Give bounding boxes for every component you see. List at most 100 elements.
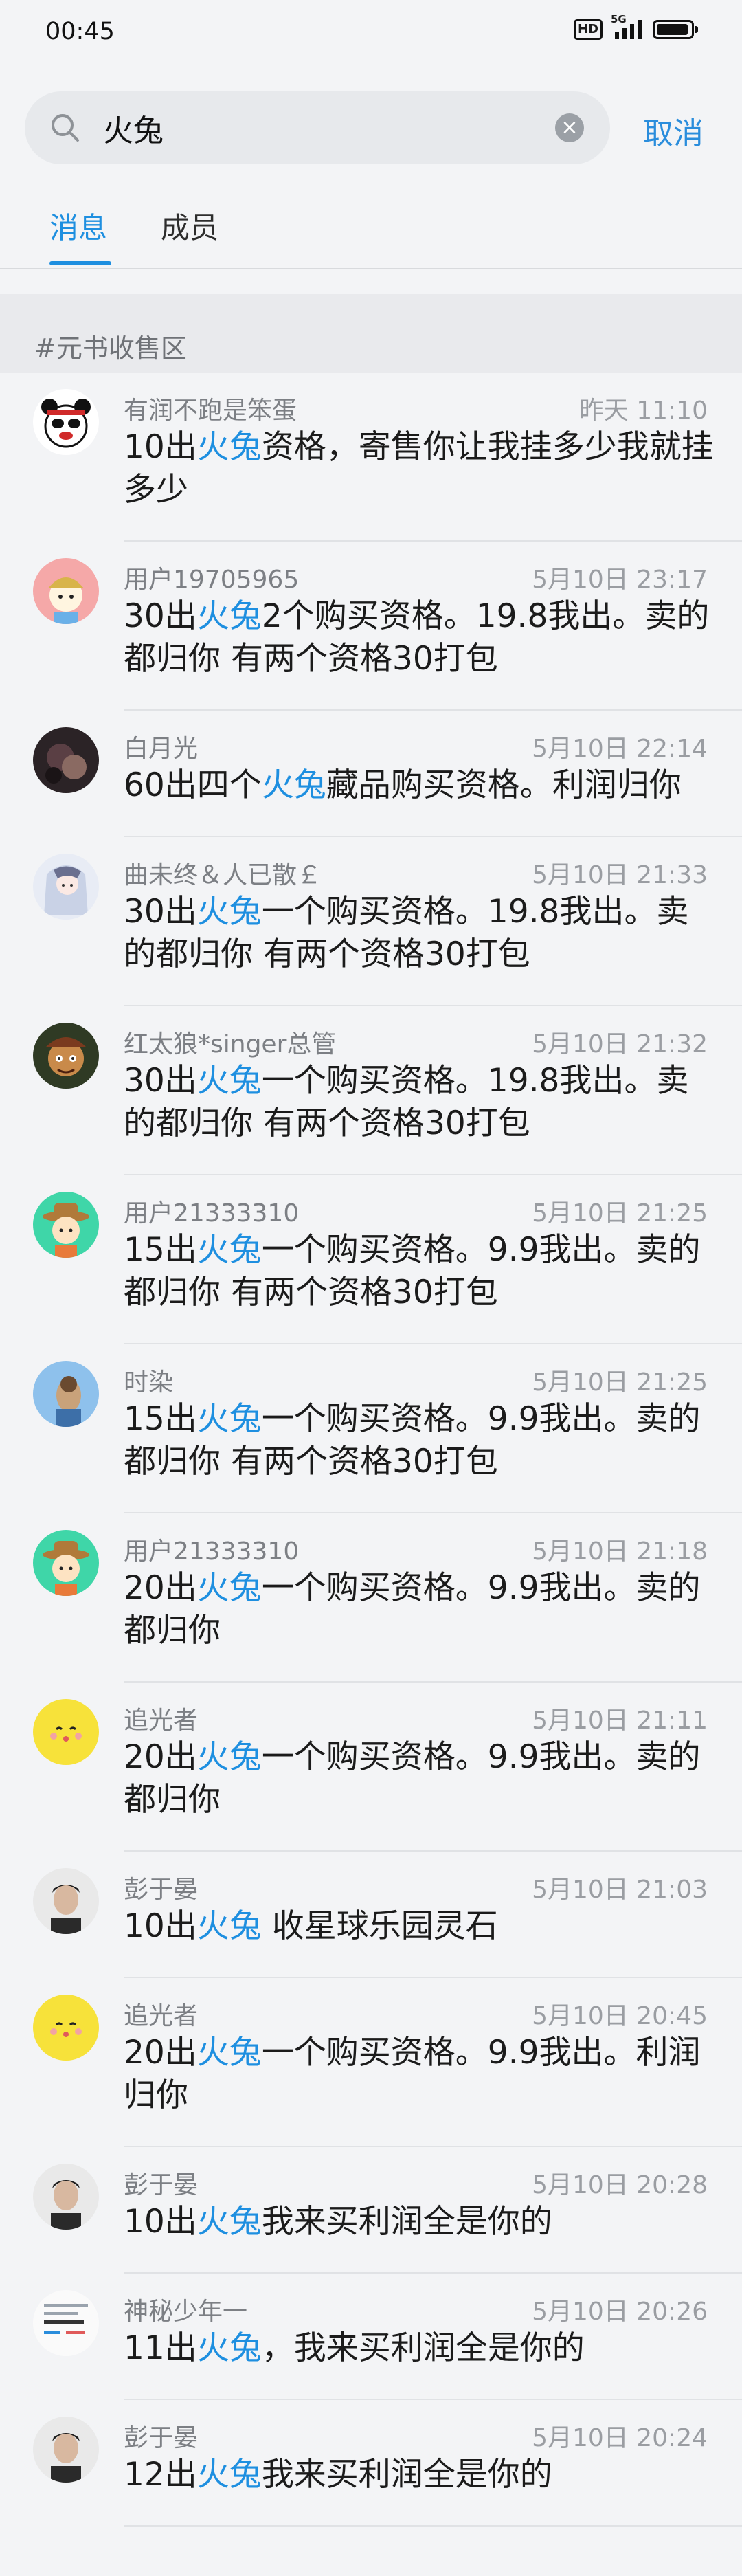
message-text-prefix: 20出 <box>124 2034 197 2072</box>
message-item[interactable]: 追光者 5月10日 21:11 20出火兔一个购买资格。9.9我出。卖的都归你 <box>0 1683 742 1852</box>
signal-icon: 5G <box>611 13 642 39</box>
message-text-prefix: 20出 <box>124 1569 197 1607</box>
active-tab-indicator <box>49 261 111 265</box>
message-item[interactable]: 有润不跑是笨蛋 昨天 11:10 10出火兔资格，寄售你让我挂多少我就挂多少 <box>0 373 742 542</box>
clear-search-button[interactable]: × <box>555 113 584 142</box>
message-item[interactable]: 白月光 5月10日 22:14 60出四个火兔藏品购买资格。利润归你 <box>0 711 742 837</box>
keyword-highlight: 火兔 <box>196 597 262 635</box>
message-item[interactable]: 彭于晏 5月10日 20:28 10出火兔我来买利润全是你的 <box>0 2147 742 2274</box>
message-text-prefix: 30出 <box>124 1062 197 1100</box>
message-item[interactable]: 彭于晏 5月10日 20:24 12出火兔我来买利润全是你的 <box>0 2400 742 2527</box>
message-text-prefix: 12出 <box>124 2456 197 2494</box>
keyword-highlight: 火兔 <box>196 1907 262 1945</box>
message-time: 5月10日 21:25 <box>532 1199 708 1228</box>
avatar[interactable] <box>33 558 99 624</box>
sender-name: 用户21333310 <box>124 1537 300 1566</box>
keyword-highlight: 火兔 <box>196 1231 262 1269</box>
sender-name: 追光者 <box>124 2002 199 2030</box>
avatar[interactable] <box>33 1995 99 2061</box>
message-item[interactable]: 追光者 5月10日 20:45 20出火兔一个购买资格。9.9我出。利润归你 <box>0 1978 742 2147</box>
message-text: 30出火兔一个购买资格。19.8我出。卖的都归你 有两个资格30打包 <box>124 891 715 976</box>
avatar[interactable] <box>33 1530 99 1596</box>
avatar[interactable] <box>33 2164 99 2230</box>
search-input[interactable] <box>103 107 543 149</box>
sender-name: 神秘少年一 <box>124 2298 248 2326</box>
keyword-highlight: 火兔 <box>196 428 262 466</box>
sender-name: 彭于晏 <box>124 2171 199 2199</box>
group-header: #元书收售区 <box>0 294 742 373</box>
keyword-highlight: 火兔 <box>196 2034 262 2072</box>
message-list: 有润不跑是笨蛋 昨天 11:10 10出火兔资格，寄售你让我挂多少我就挂多少 用户1… <box>0 373 742 2527</box>
message-text-prefix: 10出 <box>124 428 197 466</box>
tab-messages[interactable]: 消息 <box>49 205 107 247</box>
message-time: 5月10日 22:14 <box>532 735 708 763</box>
keyword-highlight: 火兔 <box>196 1569 262 1607</box>
message-item[interactable]: 红太狼*singer总管 5月10日 21:32 30出火兔一个购买资格。19.8我… <box>0 1006 742 1175</box>
message-time: 5月10日 20:28 <box>532 2171 708 2199</box>
message-text: 10出火兔资格，寄售你让我挂多少我就挂多少 <box>124 426 715 511</box>
message-text-prefix: 20出 <box>124 1738 197 1776</box>
sender-name: 彭于晏 <box>124 1876 199 1904</box>
tab-bar: 消息 成员 <box>0 192 742 269</box>
sender-name: 红太狼*singer总管 <box>124 1030 337 1058</box>
avatar[interactable] <box>33 1361 99 1427</box>
message-item[interactable]: 神秘少年一 5月10日 20:26 11出火兔，我来买利润全是你的 <box>0 2274 742 2400</box>
message-text-prefix: 30出 <box>124 597 197 635</box>
message-time: 5月10日 21:33 <box>532 861 708 889</box>
keyword-highlight: 火兔 <box>196 2329 262 2367</box>
keyword-highlight: 火兔 <box>196 2203 262 2241</box>
message-text-suffix: 藏品购买资格。利润归你 <box>326 766 682 804</box>
avatar[interactable] <box>33 1868 99 1934</box>
message-text: 15出火兔一个购买资格。9.9我出。卖的都归你 有两个资格30打包 <box>124 1229 715 1314</box>
message-time: 5月10日 20:26 <box>532 2298 708 2326</box>
tab-members[interactable]: 成员 <box>161 205 218 247</box>
keyword-highlight: 火兔 <box>196 1400 262 1438</box>
avatar[interactable] <box>33 854 99 920</box>
message-text-suffix: 我来买利润全是你的 <box>261 2203 552 2241</box>
message-item[interactable]: 用户21333310 5月10日 21:25 15出火兔一个购买资格。9.9我出。卖… <box>0 1175 742 1344</box>
avatar[interactable] <box>33 727 99 793</box>
message-time: 5月10日 21:11 <box>532 1707 708 1735</box>
message-text: 20出火兔一个购买资格。9.9我出。卖的都归你 <box>124 1736 715 1821</box>
message-text: 15出火兔一个购买资格。9.9我出。卖的都归你 有两个资格30打包 <box>124 1398 715 1483</box>
message-time: 5月10日 20:24 <box>532 2424 708 2452</box>
message-text: 20出火兔一个购买资格。9.9我出。卖的都归你 <box>124 1567 715 1652</box>
avatar[interactable] <box>33 1023 99 1089</box>
message-text-prefix: 10出 <box>124 1907 197 1945</box>
message-text: 30出火兔2个购买资格。19.8我出。卖的都归你 有两个资格30打包 <box>124 595 715 680</box>
sender-name: 追光者 <box>124 1707 199 1735</box>
message-text: 10出火兔 收星球乐园灵石 <box>124 1905 715 1948</box>
avatar[interactable] <box>33 1699 99 1765</box>
message-time: 5月10日 21:25 <box>532 1368 708 1397</box>
message-item[interactable]: 用户21333310 5月10日 21:18 20出火兔一个购买资格。9.9我出。卖… <box>0 1513 742 1683</box>
group-title: #元书收售区 <box>34 333 187 364</box>
cancel-button[interactable]: 取消 <box>643 109 704 153</box>
message-item[interactable]: 曲未终＆人已散￡ 5月10日 21:33 30出火兔一个购买资格。19.8我出。卖的… <box>0 837 742 1006</box>
sender-name: 曲未终＆人已散￡ <box>124 861 322 889</box>
message-text-prefix: 60出四个 <box>124 766 262 804</box>
search-icon <box>52 114 79 142</box>
hd-icon: HD <box>573 19 603 40</box>
message-time: 5月10日 23:17 <box>532 566 708 594</box>
avatar[interactable] <box>33 389 99 455</box>
message-text: 11出火兔，我来买利润全是你的 <box>124 2327 715 2370</box>
avatar[interactable] <box>33 2290 99 2356</box>
search-bar[interactable]: × <box>25 91 610 164</box>
battery-icon <box>653 20 698 39</box>
keyword-highlight: 火兔 <box>196 893 262 931</box>
message-text-prefix: 10出 <box>124 2203 197 2241</box>
status-icons: HD 5G <box>573 13 698 40</box>
sender-name: 时染 <box>124 1368 174 1397</box>
message-text: 30出火兔一个购买资格。19.8我出。卖的都归你 有两个资格30打包 <box>124 1060 715 1145</box>
keyword-highlight: 火兔 <box>196 1738 262 1776</box>
message-text-suffix: 我来买利润全是你的 <box>261 2456 552 2494</box>
message-item[interactable]: 时染 5月10日 21:25 15出火兔一个购买资格。9.9我出。卖的都归你 有两个… <box>0 1344 742 1513</box>
message-time: 5月10日 20:45 <box>532 2002 708 2030</box>
divider <box>0 268 742 269</box>
message-text-suffix: ，我来买利润全是你的 <box>261 2329 585 2367</box>
sender-name: 有润不跑是笨蛋 <box>124 397 297 425</box>
avatar[interactable] <box>33 2417 99 2483</box>
avatar[interactable] <box>33 1192 99 1258</box>
message-item[interactable]: 彭于晏 5月10日 21:03 10出火兔 收星球乐园灵石 <box>0 1852 742 1978</box>
message-item[interactable]: 用户19705965 5月10日 23:17 30出火兔2个购买资格。19.8我出。… <box>0 542 742 711</box>
